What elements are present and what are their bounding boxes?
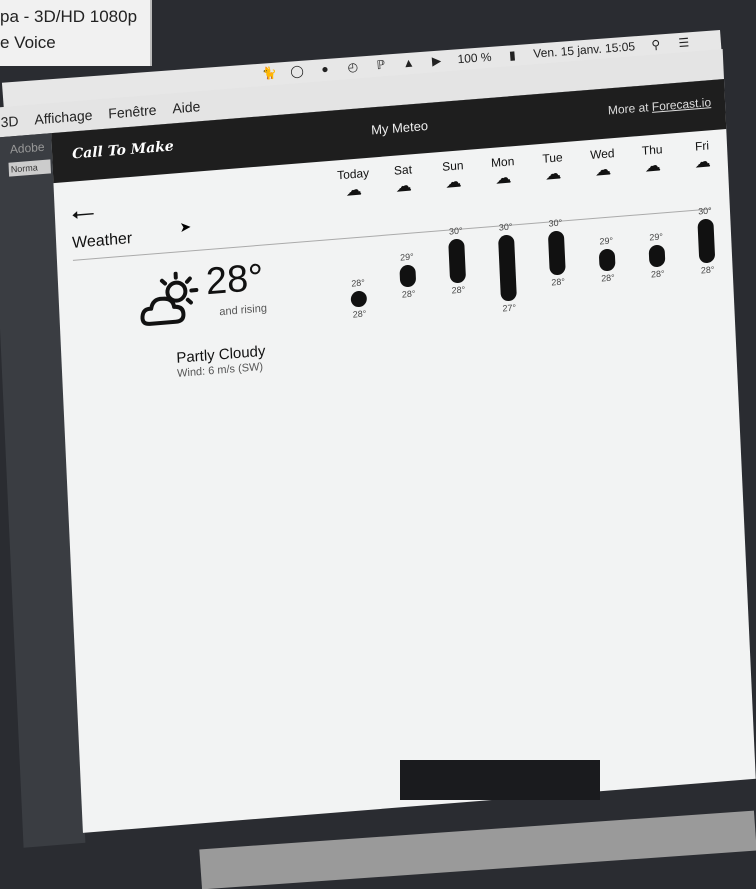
low-temp-label: 28° <box>538 275 578 288</box>
current-weather: 28° and rising Partly Cloudy Wind: 6 m/s… <box>137 251 342 387</box>
high-temp-label: 30° <box>436 224 476 237</box>
section-title: Weather <box>72 230 133 253</box>
forecast-link-text[interactable]: Forecast.io <box>652 95 712 114</box>
cloud-icon: ☁ <box>533 163 574 186</box>
menu-affichage[interactable]: Affichage <box>34 107 93 128</box>
temperature-range-bar <box>548 230 566 275</box>
forecast-day-wed[interactable]: Wed☁ <box>582 145 623 182</box>
low-temp-label: 28° <box>339 307 379 320</box>
forecast-day-sat[interactable]: Sat☁ <box>383 161 424 198</box>
menu-fenetre[interactable]: Fenêtre <box>108 102 157 122</box>
volume-icon[interactable]: ▶ <box>429 53 444 68</box>
forecast-day-sun[interactable]: Sun☁ <box>433 157 474 194</box>
background-window-line-2: e Voice <box>0 30 150 56</box>
search-icon[interactable]: ⚲ <box>648 37 663 52</box>
high-temp-label: 30° <box>485 220 525 233</box>
background-window-line-1: pa - 3D/HD 1080p <box>0 4 150 30</box>
battery-icon[interactable]: ▮ <box>505 48 520 63</box>
dock <box>400 760 600 800</box>
current-temperature: 28° <box>205 257 264 305</box>
high-temp-label: 29° <box>387 250 427 263</box>
blend-mode-select[interactable]: Norma <box>8 159 51 176</box>
high-temp-label: 30° <box>535 216 575 229</box>
cloud-icon: ☁ <box>483 167 524 190</box>
left-panel-title: Adobe <box>0 133 54 158</box>
low-temp-label: 28° <box>388 287 428 300</box>
high-temp-label: 28° <box>338 276 378 289</box>
cloud-icon: ☁ <box>583 159 624 182</box>
partly-cloudy-icon <box>138 270 204 331</box>
list-icon[interactable]: ☰ <box>676 35 691 50</box>
menu-aide[interactable]: Aide <box>172 98 201 116</box>
forecast-link-prefix: More at <box>608 100 653 118</box>
cloud-icon: ☁ <box>383 175 424 198</box>
low-temp-label: 27° <box>489 301 529 314</box>
forecast-strip: Today☁ 28° 28° Sat☁ 29° 28° Sun☁ 30° 28° Mon☁ 30° 2… <box>333 137 732 398</box>
glasses-icon[interactable]: ◯ <box>289 64 304 79</box>
low-temp-label: 28° <box>588 271 628 284</box>
cloud-icon: ☁ <box>433 171 474 194</box>
cloud-icon: ☁ <box>334 179 375 202</box>
temperature-range-bar <box>399 264 416 287</box>
forecast-link[interactable]: More at Forecast.io <box>608 95 712 117</box>
temperature-range-bar <box>448 238 466 283</box>
mouse-cursor-icon: ➤ <box>179 218 191 236</box>
bluetooth-icon[interactable]: ℙ <box>373 57 388 72</box>
temperature-range-bar <box>350 290 367 307</box>
low-temp-label: 28° <box>438 283 478 296</box>
forecast-day-tue[interactable]: Tue☁ <box>532 149 573 186</box>
wifi-icon[interactable]: ▲ <box>401 55 416 70</box>
temperature-trend: and rising <box>219 302 267 318</box>
background-window: pa - 3D/HD 1080p e Voice <box>0 0 152 66</box>
high-temp-label: 30° <box>685 204 725 217</box>
cloud-icon: ☁ <box>682 151 723 174</box>
cat-icon[interactable]: 🐈 <box>262 66 277 81</box>
forecast-day-mon[interactable]: Mon☁ <box>482 153 523 190</box>
page-title: My Meteo <box>371 118 429 138</box>
app-screen: 3D Affichage Fenêtre Aide Adobe Norma Ca… <box>0 49 756 848</box>
low-temp-label: 28° <box>687 263 727 276</box>
cloud-icon: ☁ <box>633 155 674 178</box>
temperature-range-bar <box>599 248 616 271</box>
battery-label[interactable]: 100 % <box>457 50 492 66</box>
temperature-range-bar <box>649 244 666 267</box>
meteo-window: Call To Make My Meteo More at Forecast.i… <box>51 79 756 833</box>
high-temp-label: 29° <box>586 234 626 247</box>
menu-3d[interactable]: 3D <box>0 113 19 130</box>
low-temp-label: 28° <box>638 267 678 280</box>
forecast-day-today[interactable]: Today☁ <box>333 165 374 202</box>
clock-icon[interactable]: ◴ <box>345 59 360 74</box>
temperature-range-bar <box>498 234 517 301</box>
high-temp-label: 29° <box>636 230 676 243</box>
hat-icon[interactable]: ● <box>317 62 332 77</box>
brand-logo[interactable]: Call To Make <box>72 138 174 162</box>
forecast-day-thu[interactable]: Thu☁ <box>632 141 673 178</box>
forecast-day-fri[interactable]: Fri☁ <box>682 137 723 174</box>
temperature-range-bar <box>697 218 715 263</box>
